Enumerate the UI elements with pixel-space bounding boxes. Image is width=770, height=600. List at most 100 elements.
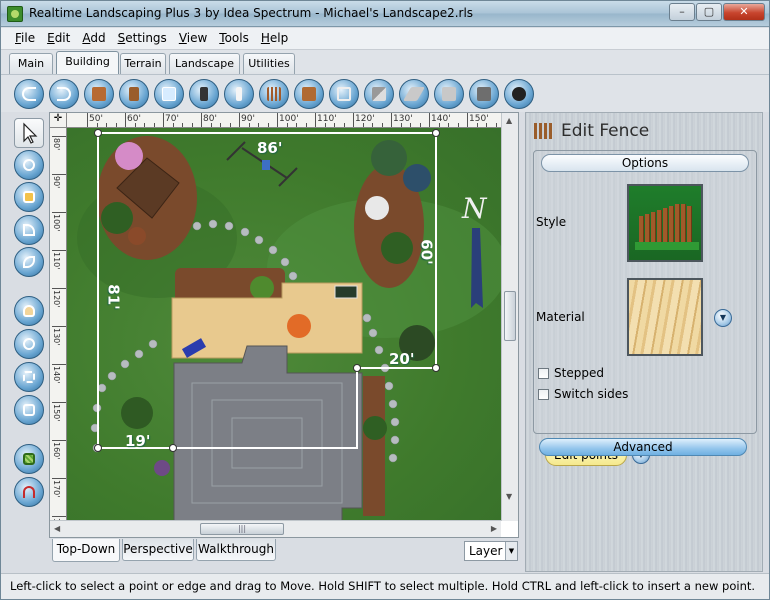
patio-umbrella[interactable] (287, 314, 311, 338)
menu-tools[interactable]: Tools (213, 28, 255, 49)
column-tool-button[interactable] (224, 79, 254, 109)
window-tool-button[interactable] (154, 79, 184, 109)
shrub[interactable] (250, 276, 274, 300)
tree[interactable] (371, 140, 407, 176)
zoom-tool-button[interactable] (14, 329, 44, 359)
ruler-tick (248, 123, 250, 127)
shrub[interactable] (381, 232, 413, 264)
swing-seat[interactable] (262, 160, 270, 170)
dimension-bottom: 19' (125, 432, 151, 450)
wall-icon (477, 87, 491, 101)
fence-point-handle[interactable] (169, 444, 177, 452)
scroll-down-icon[interactable]: ▼ (506, 492, 512, 501)
fence-point-handle[interactable] (94, 129, 102, 137)
zoom-window-tool-button[interactable] (14, 395, 44, 425)
tab-terrain[interactable]: Terrain (120, 53, 166, 74)
ruler-tick (372, 123, 373, 127)
horizontal-scroll-thumb[interactable]: ||| (200, 523, 284, 535)
shrub[interactable] (363, 416, 387, 440)
menu-add[interactable]: Add (76, 28, 111, 49)
slab-tool-button[interactable] (399, 79, 429, 109)
tab-utilities[interactable]: Utilities (243, 53, 295, 74)
door-tool-button[interactable] (119, 79, 149, 109)
menu-view[interactable]: View (173, 28, 213, 49)
ruler-tick (258, 123, 259, 127)
deer-statue[interactable] (365, 196, 389, 220)
curve-left-tool-button[interactable] (14, 79, 44, 109)
select-tool-button[interactable] (14, 118, 44, 148)
shrub[interactable] (101, 202, 133, 234)
layer-select[interactable]: Layer 1 ▼ (464, 541, 518, 561)
photo-tool-button[interactable] (504, 79, 534, 109)
curve-right-tool-button[interactable] (49, 79, 79, 109)
gate-tool-button[interactable] (294, 79, 324, 109)
fence-tool-button[interactable] (259, 79, 289, 109)
chevron-down-icon[interactable]: ▼ (505, 542, 517, 560)
tab-landscape[interactable]: Landscape (169, 53, 240, 74)
close-button[interactable]: ✕ (723, 3, 765, 21)
scroll-up-icon[interactable]: ▲ (506, 116, 512, 125)
scroll-right-icon[interactable]: ▶ (491, 524, 497, 533)
minimize-button[interactable]: – (669, 3, 695, 21)
fence-point-handle[interactable] (432, 129, 440, 137)
stairs-tool-button[interactable] (364, 79, 394, 109)
maximize-button[interactable]: ▢ (696, 3, 722, 21)
house-roof[interactable] (173, 345, 363, 521)
ruler-tick-label: 120' (52, 290, 61, 308)
draw-line-tool-button[interactable] (14, 215, 44, 245)
vertical-scrollbar[interactable]: ▲ ▼ (501, 113, 518, 521)
title-bar[interactable]: Realtime Landscaping Plus 3 by Idea Spec… (1, 1, 769, 27)
roof-tool-button[interactable] (434, 79, 464, 109)
menu-file[interactable]: File (9, 28, 41, 49)
railing-tool-button[interactable] (329, 79, 359, 109)
planter[interactable] (128, 227, 146, 245)
style-label: Style (536, 215, 567, 229)
stepped-checkbox[interactable] (538, 368, 549, 379)
options-header-button[interactable]: Options (541, 154, 749, 172)
draw-curve-tool-button[interactable] (14, 247, 44, 277)
menu-settings[interactable]: Settings (112, 28, 173, 49)
landscape-canvas[interactable]: N 86' 60' 81' 20' 19' (67, 128, 501, 521)
shrub[interactable] (121, 397, 153, 429)
tab-top-down[interactable]: Top-Down (52, 539, 120, 562)
shrub[interactable] (403, 164, 431, 192)
wall-tool-button[interactable] (469, 79, 499, 109)
material-dropdown-button[interactable]: ▼ (714, 309, 732, 327)
rotate-tool-button[interactable] (14, 150, 44, 180)
ruler-tick (400, 123, 402, 127)
landscape-drawing[interactable]: N (67, 128, 501, 521)
flowering-shrub[interactable] (154, 460, 170, 476)
vertical-scroll-thumb[interactable] (504, 291, 516, 341)
fence-material-swatch[interactable] (627, 278, 703, 356)
lamp-tool-button[interactable] (189, 79, 219, 109)
ruler-tick (52, 250, 66, 251)
tab-walkthrough[interactable]: Walkthrough (196, 539, 276, 561)
pan-tool-button[interactable] (14, 296, 44, 326)
flowering-shrub[interactable] (115, 142, 143, 170)
horizontal-scrollbar[interactable]: ◀ ||| ▶ (50, 520, 501, 537)
tab-perspective[interactable]: Perspective (122, 539, 194, 561)
dimension-right: 60' (417, 239, 436, 265)
advanced-button[interactable]: Advanced (539, 438, 747, 456)
house-tool-button[interactable] (84, 79, 114, 109)
fence-point-handle[interactable] (353, 364, 361, 372)
grill[interactable] (334, 285, 358, 299)
snap-tool-button[interactable] (14, 477, 44, 507)
tab-building[interactable]: Building (56, 51, 119, 74)
fence-style-swatch[interactable] (627, 184, 703, 262)
switch-sides-checkbox[interactable] (538, 389, 549, 400)
menu-edit[interactable]: Edit (41, 28, 76, 49)
ruler-tick-label: 110' (52, 252, 61, 270)
ruler-tick (52, 440, 66, 441)
menu-help[interactable]: Help (255, 28, 294, 49)
scroll-left-icon[interactable]: ◀ (54, 524, 60, 533)
tab-main[interactable]: Main (9, 53, 53, 74)
grid-tool-button[interactable] (14, 444, 44, 474)
ruler-tick-label: 140' (52, 366, 61, 384)
fence-point-handle[interactable] (432, 364, 440, 372)
ruler-tick (134, 123, 136, 127)
zoom-extents-tool-button[interactable] (14, 362, 44, 392)
fence-point-handle[interactable] (94, 444, 102, 452)
house-side-bed[interactable] (363, 376, 385, 516)
move-tool-button[interactable] (14, 182, 44, 212)
